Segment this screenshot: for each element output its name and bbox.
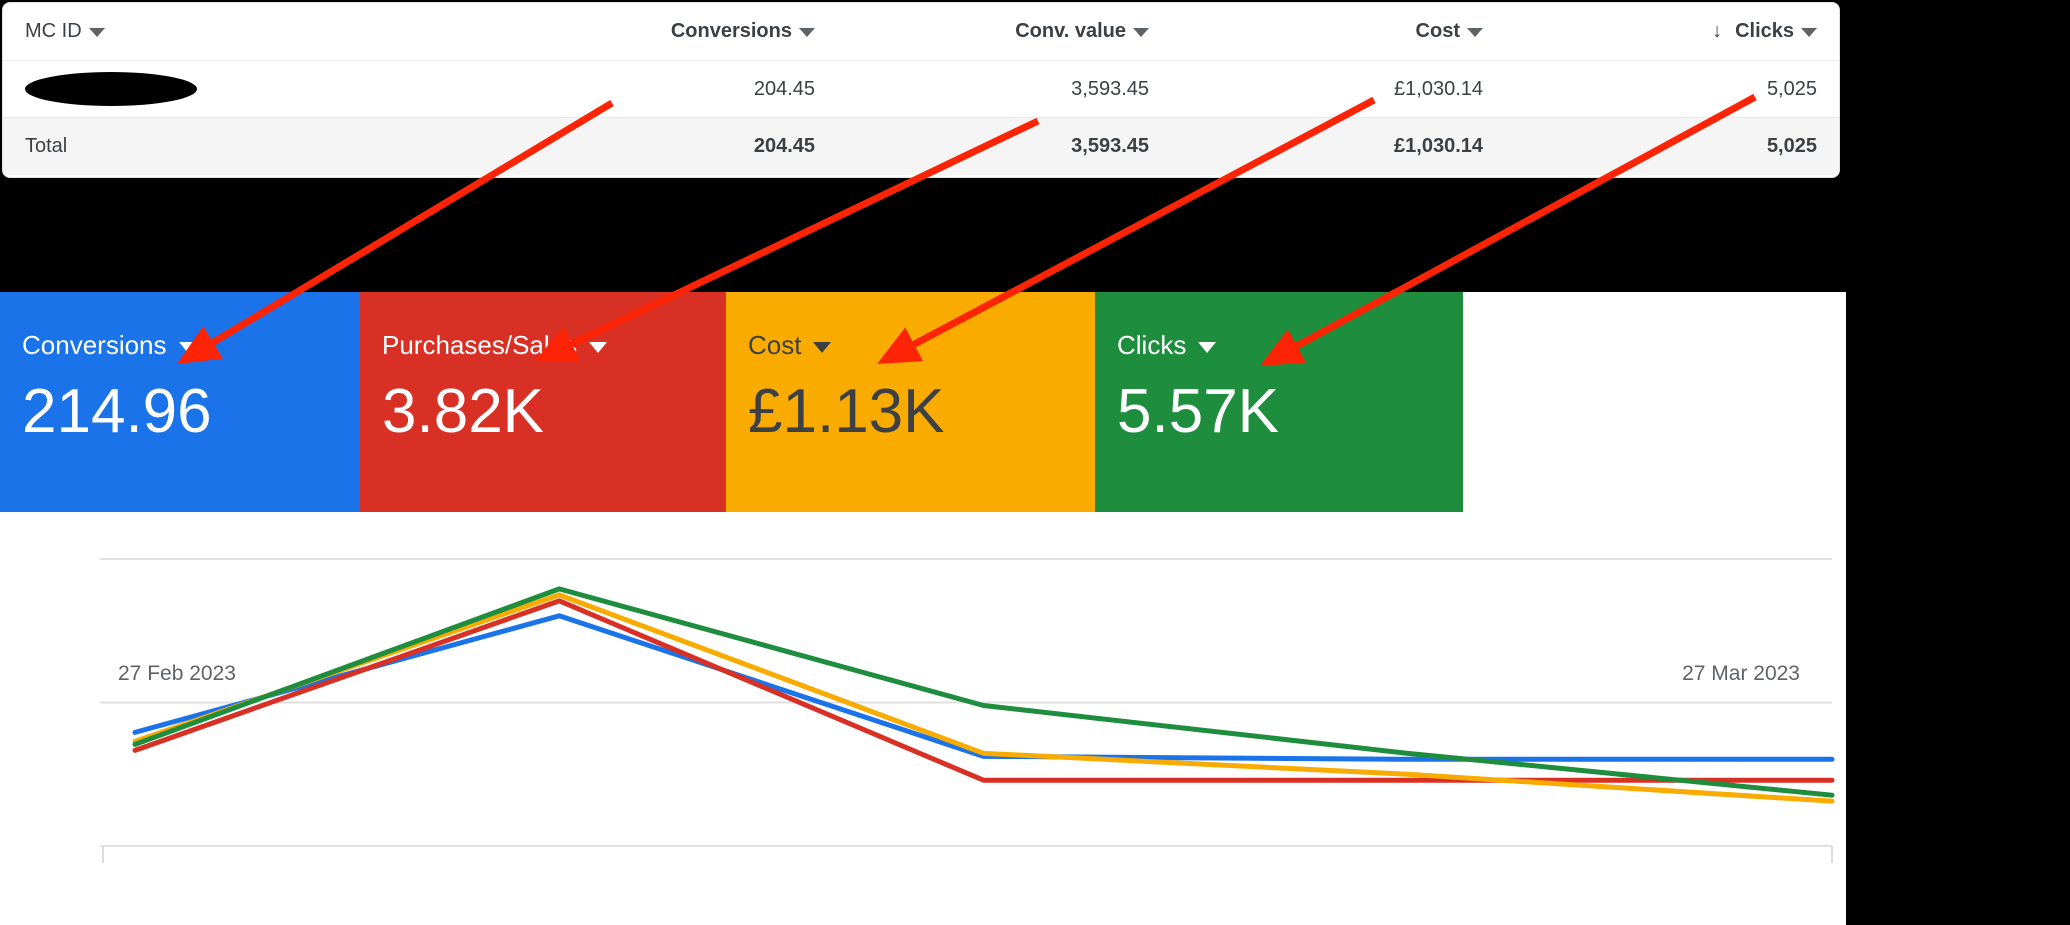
chevron-down-icon[interactable] — [1801, 27, 1817, 37]
column-header-label: MC ID — [25, 20, 82, 42]
metric-card-value: 5.57K — [1117, 377, 1280, 446]
table-total-row: Total 204.45 3,593.45 £1,030.14 5,025 — [3, 118, 1839, 175]
cell-mc-id — [3, 72, 503, 106]
cell-clicks: 5,025 — [1766, 77, 1817, 100]
metric-card-label: Clicks — [1117, 330, 1187, 360]
chevron-down-icon[interactable] — [1198, 341, 1217, 353]
column-header-conversions[interactable]: Conversions — [503, 20, 837, 43]
column-header-label: Clicks — [1735, 19, 1794, 42]
cell-total-conversions: 204.45 — [753, 135, 815, 157]
table-header-row: MC ID Conversions Conv. value Cost ↓ Cli… — [3, 3, 1839, 61]
metrics-table: MC ID Conversions Conv. value Cost ↓ Cli… — [2, 2, 1840, 178]
arrow-down-icon[interactable]: ↓ — [1712, 21, 1722, 41]
column-header-label: Conv. value — [1015, 20, 1126, 42]
metric-card-label-row[interactable]: Clicks — [1117, 330, 1217, 360]
chevron-down-icon[interactable] — [178, 341, 197, 353]
table-row[interactable]: 204.45 3,593.45 £1,030.14 5,025 — [3, 61, 1839, 118]
cell-total-cost: £1,030.14 — [1394, 135, 1483, 157]
metric-card-conversions[interactable]: Conversions 214.96 — [0, 292, 360, 512]
column-header-label: Cost — [1415, 20, 1460, 42]
chevron-down-icon[interactable] — [589, 341, 608, 353]
column-header-conv-value[interactable]: Conv. value — [837, 20, 1171, 43]
cell-total-clicks: 5,025 — [1766, 135, 1817, 157]
screenshot-root: MC ID Conversions Conv. value Cost ↓ Cli… — [0, 0, 2070, 925]
chart-line-clicks[interactable] — [132, 586, 1835, 798]
x-axis-tick-start: 27 Feb 2023 — [118, 662, 236, 685]
chevron-down-icon[interactable] — [799, 28, 815, 37]
chart-line-conversions[interactable] — [132, 613, 1835, 762]
timeseries-chart[interactable]: 27 Feb 2023 27 Mar 2023 — [0, 512, 1846, 925]
cell-total-conv-value: 3,593.45 — [1071, 135, 1149, 157]
chart-plot — [100, 557, 1835, 864]
column-header-label: Conversions — [670, 20, 792, 42]
cell-cost: £1,030.14 — [1394, 77, 1483, 100]
metric-card-label: Conversions — [22, 330, 167, 360]
cell-total-label: Total — [25, 135, 68, 157]
column-header-clicks[interactable]: ↓ Clicks — [1505, 20, 1839, 44]
metric-card-value: 3.82K — [382, 377, 545, 446]
metric-card-value: £1.13K — [748, 377, 945, 446]
metric-card-label: Cost — [748, 330, 802, 360]
chevron-down-icon[interactable] — [813, 341, 832, 353]
metric-card-cost[interactable]: Cost £1.13K — [726, 292, 1095, 512]
x-axis-tick-end: 27 Mar 2023 — [1682, 662, 1800, 685]
redacted-value — [25, 72, 197, 106]
metric-card-clicks[interactable]: Clicks 5.57K — [1095, 292, 1463, 512]
column-header-mc-id[interactable]: MC ID — [3, 20, 503, 43]
cell-conversions: 204.45 — [753, 77, 815, 100]
metric-card-strip: Conversions 214.96 Purchases/Sales 3.82K… — [0, 292, 1463, 512]
metric-card-label-row[interactable]: Cost — [748, 330, 832, 360]
metric-card-label-row[interactable]: Conversions — [22, 332, 197, 358]
chevron-down-icon[interactable] — [88, 28, 105, 37]
metric-card-label-row[interactable]: Purchases/Sales — [382, 330, 608, 360]
chevron-down-icon[interactable] — [1467, 28, 1483, 37]
metric-card-purchases-sales[interactable]: Purchases/Sales 3.82K — [360, 292, 726, 512]
metric-card-value: 214.96 — [22, 377, 212, 446]
metric-card-label: Purchases/Sales — [382, 330, 578, 360]
cell-conv-value: 3,593.45 — [1071, 77, 1149, 100]
column-header-cost[interactable]: Cost — [1171, 20, 1505, 43]
chevron-down-icon[interactable] — [1133, 28, 1149, 37]
